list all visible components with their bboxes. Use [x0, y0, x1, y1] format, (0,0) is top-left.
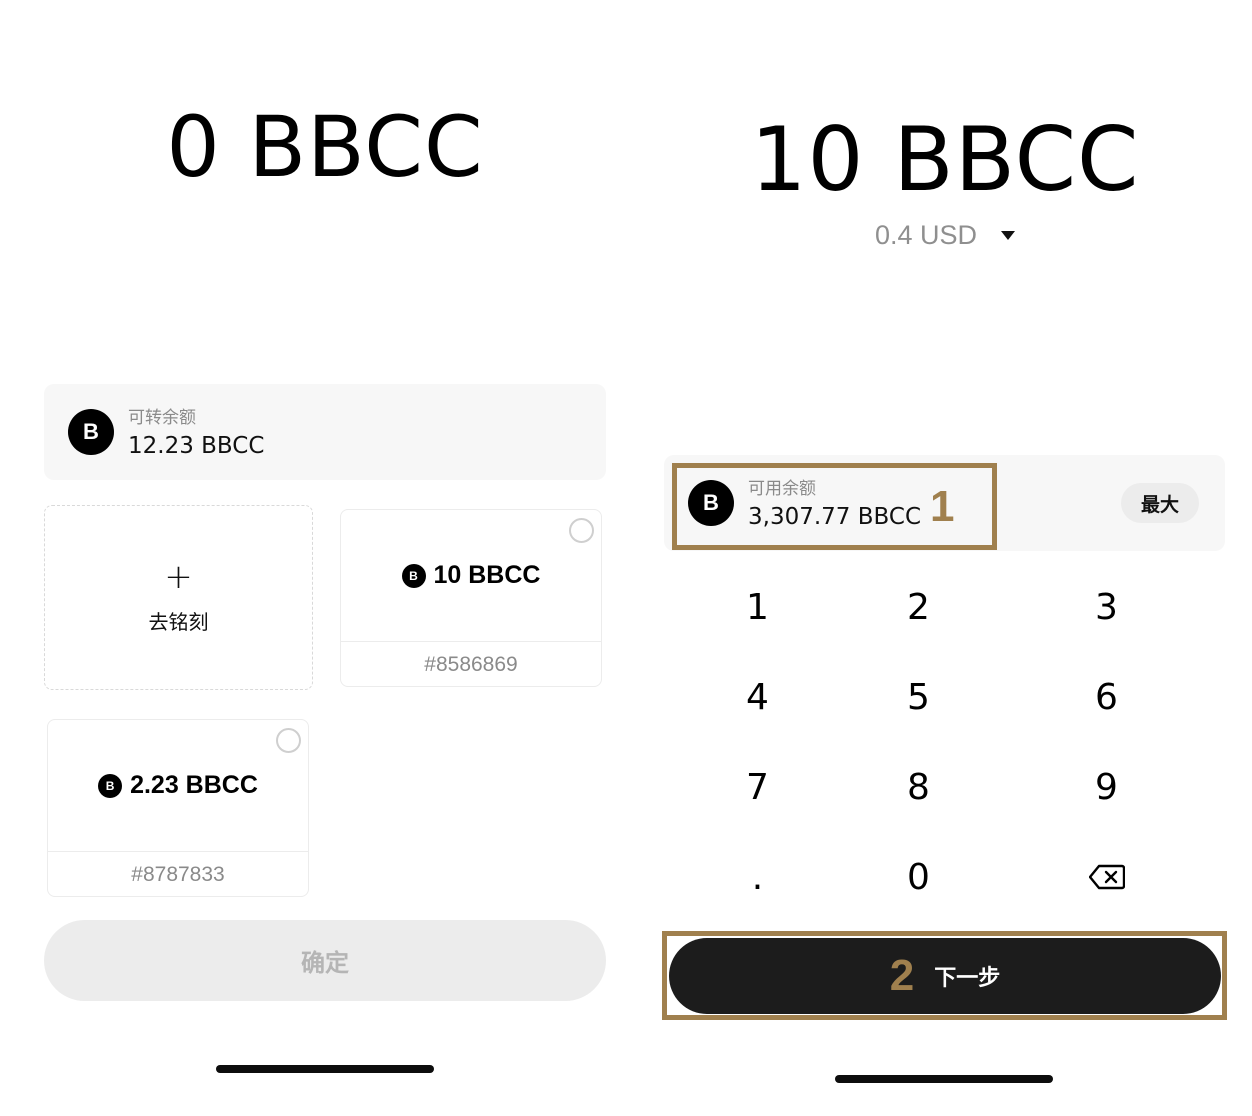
key-9[interactable]: 9: [1013, 742, 1200, 832]
bbcc-coin-icon: B: [98, 773, 123, 798]
key-decimal[interactable]: .: [664, 832, 851, 922]
bbcc-coin-icon: B: [68, 409, 114, 455]
bbcc-coin-icon: B: [688, 480, 734, 526]
fiat-value: 0.4 USD: [874, 220, 978, 250]
backspace-icon: [1088, 864, 1125, 890]
inscription-id: #8787833: [48, 851, 308, 896]
backspace-key[interactable]: [1013, 832, 1200, 922]
balance-value: 12.23 BBCC: [128, 433, 265, 459]
confirm-button[interactable]: 确定: [44, 920, 606, 1001]
key-5[interactable]: 5: [825, 652, 1012, 742]
inscription-id: #8586869: [341, 641, 601, 686]
annotation-step1-number: 1: [930, 482, 955, 531]
key-8[interactable]: 8: [825, 742, 1012, 832]
max-button[interactable]: 最大: [1121, 483, 1199, 523]
home-indicator: [216, 1065, 434, 1073]
key-7[interactable]: 7: [664, 742, 851, 832]
transferable-balance-card: B 可转余额 12.23 BBCC: [44, 384, 606, 480]
transfer-amount-display: 0 BBCC: [166, 98, 484, 196]
key-0[interactable]: 0: [825, 832, 1012, 922]
inscription-card[interactable]: B 2.23 BBCC #8787833: [47, 719, 309, 897]
bbcc-coin-icon: B: [401, 563, 426, 588]
inscription-amount: 2.23 BBCC: [130, 771, 258, 799]
key-2[interactable]: 2: [825, 562, 1012, 652]
go-inscribe-label: 去铭刻: [148, 610, 209, 634]
balance-label: 可转余额: [128, 408, 196, 428]
numeric-keypad: 1 2 3 4 5 6 7 8 9 . 0: [664, 562, 1225, 922]
key-1[interactable]: 1: [664, 562, 851, 652]
plus-icon: +: [164, 557, 193, 597]
available-value: 3,307.77 BBCC: [748, 504, 922, 530]
select-radio[interactable]: [276, 728, 301, 753]
key-6[interactable]: 6: [1013, 652, 1200, 742]
inscription-card[interactable]: B 10 BBCC #8586869: [340, 509, 602, 687]
caret-down-icon: [1001, 231, 1016, 240]
select-radio[interactable]: [569, 518, 594, 543]
annotation-step2-number: 2: [889, 951, 915, 1000]
next-step-label: 下一步: [934, 965, 1001, 990]
transfer-amount-display: 10 BBCC: [750, 108, 1140, 211]
go-inscribe-tile[interactable]: + 去铭刻: [44, 505, 313, 690]
inscription-amount: 10 BBCC: [433, 561, 541, 589]
next-step-button[interactable]: 2 下一步: [669, 938, 1221, 1014]
fiat-value-toggle[interactable]: 0.4 USD: [664, 220, 1226, 251]
key-4[interactable]: 4: [664, 652, 851, 742]
key-3[interactable]: 3: [1013, 562, 1200, 652]
available-label: 可用余额: [748, 479, 816, 499]
home-indicator: [835, 1075, 1053, 1083]
